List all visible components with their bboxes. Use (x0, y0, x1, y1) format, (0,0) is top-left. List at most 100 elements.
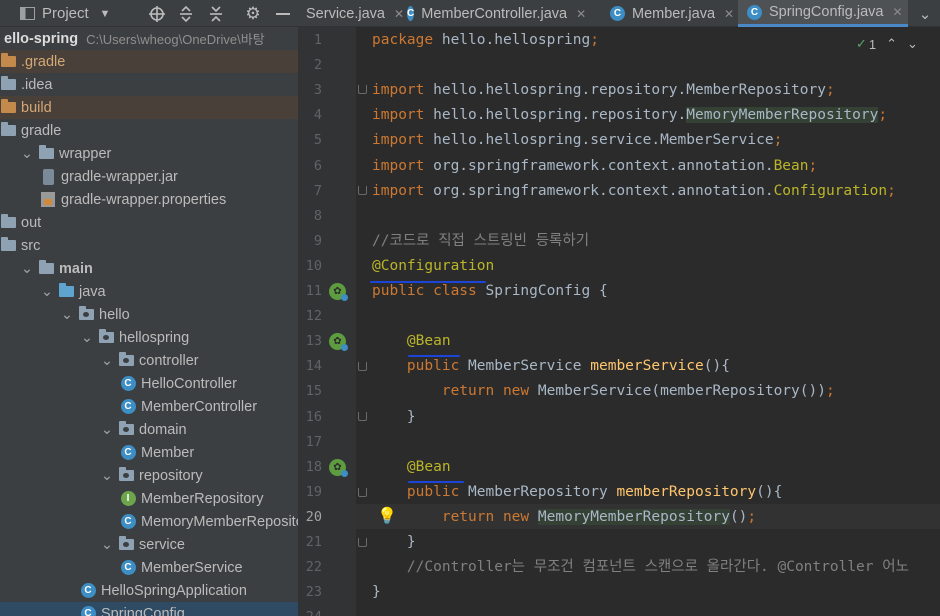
tree-item[interactable]: ⌄ java (0, 280, 298, 303)
tree-item[interactable]: C Member (0, 441, 298, 464)
tree-item[interactable]: C SpringConfig (0, 602, 298, 616)
chevron-down-icon[interactable]: ▼ (96, 0, 114, 27)
code-line[interactable]: return new MemoryMemberRepository(); (372, 505, 756, 530)
lightbulb-icon[interactable]: 💡 (377, 506, 397, 526)
code-line[interactable]: @Bean (372, 455, 451, 480)
tree-item[interactable]: C MemoryMemberReposito (0, 510, 298, 533)
project-view-icon[interactable] (18, 0, 36, 27)
target-icon[interactable] (147, 0, 167, 27)
fold-marker-icon[interactable] (358, 186, 367, 195)
code-line[interactable]: //Controller는 무조건 컴포넌트 스캔으로 올라간다. @Contr… (372, 555, 909, 580)
tree-item[interactable]: ⌄ controller (0, 349, 298, 372)
chevron-down-icon[interactable]: ⌄ (20, 146, 34, 162)
tree-item[interactable]: C MemberService (0, 556, 298, 579)
spring-config-gutter-icon[interactable]: ✿ (329, 283, 348, 301)
tree-item[interactable]: gradle-wrapper.jar (0, 165, 298, 188)
code-line[interactable]: import org.springframework.context.annot… (372, 154, 817, 179)
code-line[interactable]: public MemberService memberService(){ (372, 354, 730, 379)
close-icon[interactable]: ✕ (892, 5, 902, 19)
tree-item[interactable]: src (0, 234, 298, 257)
chevron-down-icon[interactable]: ⌄ (907, 36, 918, 52)
code-line[interactable]: import hello.hellospring.repository.Memb… (372, 78, 835, 103)
line-number: 18 (305, 458, 322, 475)
code-line[interactable]: } (372, 530, 416, 555)
editor-tab[interactable]: C Member.java ✕ (601, 0, 735, 27)
tree-item[interactable]: ⌄ hellospring (0, 326, 298, 349)
line-number: 23 (305, 584, 322, 601)
chevron-down-icon[interactable]: ⌄ (910, 0, 940, 27)
editor-tab[interactable]: C SpringConfig.java ✕ (738, 0, 908, 27)
close-icon[interactable]: ✕ (576, 7, 586, 21)
chevron-down-icon[interactable]: ⌄ (60, 307, 74, 323)
tree-item[interactable]: ⌄ hello (0, 303, 298, 326)
editor-tab[interactable]: Service.java ✕ (306, 0, 404, 27)
tree-item[interactable]: build (0, 96, 298, 119)
code-token: package (372, 32, 442, 48)
tree-item[interactable]: gradle-wrapper.properties (0, 188, 298, 211)
line-number: 4 (313, 107, 322, 124)
code-line[interactable]: //코드로 직접 스트링빈 등록하기 (372, 229, 589, 254)
tree-item[interactable]: ⌄ wrapper (0, 142, 298, 165)
tree-item[interactable]: ⌄ repository (0, 464, 298, 487)
class-icon: C (747, 4, 762, 20)
fold-marker-icon[interactable] (358, 538, 367, 547)
fold-marker-icon[interactable] (358, 362, 367, 371)
tree-item[interactable]: ello-spring C:\Users\wheog\OneDrive\바탕 (0, 27, 298, 50)
code-line[interactable]: package hello.hellospring; (372, 28, 599, 53)
tab-label: Member.java (632, 5, 716, 22)
line-number: 15 (305, 383, 322, 400)
code-line[interactable]: @Configuration (372, 254, 494, 279)
tab-label: Service.java (306, 5, 385, 22)
code-line[interactable]: import hello.hellospring.repository.Memo… (372, 103, 887, 128)
code-token: return new (441, 383, 538, 400)
tree-item[interactable]: ⌄ domain (0, 418, 298, 441)
tree-item[interactable]: ⌄ main (0, 257, 298, 280)
chevron-down-icon[interactable]: ⌄ (40, 284, 54, 300)
chevron-down-icon[interactable]: ⌄ (100, 537, 114, 553)
fold-marker-icon[interactable] (358, 85, 367, 94)
expand-all-icon[interactable] (176, 0, 196, 27)
tree-item[interactable]: C MemberController (0, 395, 298, 418)
line-number: 21 (305, 534, 322, 550)
code-line[interactable]: public MemberRepository memberRepository… (372, 480, 782, 505)
inspection-widget[interactable]: ✓ 1 ⌃ ⌄ (856, 35, 918, 53)
close-icon[interactable]: ✕ (724, 7, 734, 21)
tree-item-label: MemoryMemberReposito (141, 513, 298, 530)
tree-item-label: MemberService (141, 559, 243, 576)
code-token: Bean (773, 157, 809, 174)
project-view-title[interactable]: Project (42, 0, 96, 27)
chevron-down-icon[interactable]: ⌄ (20, 261, 34, 277)
spring-bean-gutter-icon[interactable]: ✿ (329, 459, 348, 477)
tree-item[interactable]: C HelloSpringApplication (0, 579, 298, 602)
code-line[interactable]: @Bean (372, 329, 451, 354)
chevron-down-icon[interactable]: ⌄ (100, 353, 114, 369)
editor-tab[interactable]: C MemberController.java ✕ (398, 0, 586, 27)
fold-marker-icon[interactable] (358, 412, 367, 421)
tree-item-label: HelloSpringApplication (101, 582, 247, 599)
chevron-down-icon[interactable]: ⌄ (80, 330, 94, 346)
tree-item[interactable]: ⌄ service (0, 533, 298, 556)
tree-item[interactable]: out (0, 211, 298, 234)
tree-item[interactable]: gradle (0, 119, 298, 142)
gear-icon[interactable]: ⚙ (243, 0, 263, 27)
tree-item-label: main (59, 260, 93, 277)
chevron-down-icon[interactable]: ⌄ (100, 422, 114, 438)
chevron-up-icon[interactable]: ⌃ (886, 36, 897, 52)
code-token: ; (878, 107, 888, 124)
tree-item[interactable]: .gradle (0, 50, 298, 73)
code-token: () (729, 508, 748, 525)
tree-item[interactable]: I MemberRepository (0, 487, 298, 510)
code-line[interactable]: import org.springframework.context.annot… (372, 179, 896, 204)
code-line[interactable]: import hello.hellospring.service.MemberS… (372, 128, 782, 153)
code-line[interactable]: return new MemberService(memberRepositor… (372, 379, 835, 404)
minimize-icon[interactable] (273, 0, 293, 27)
collapse-all-icon[interactable] (206, 0, 226, 27)
chevron-down-icon[interactable]: ⌄ (100, 468, 114, 484)
code-line[interactable]: } (372, 580, 381, 605)
fold-marker-icon[interactable] (358, 488, 367, 497)
tree-item[interactable]: .idea (0, 73, 298, 96)
code-line[interactable]: } (372, 405, 416, 430)
line-number: 19 (305, 483, 322, 500)
spring-bean-gutter-icon[interactable]: ✿ (329, 333, 348, 351)
tree-item[interactable]: C HelloController (0, 372, 298, 395)
